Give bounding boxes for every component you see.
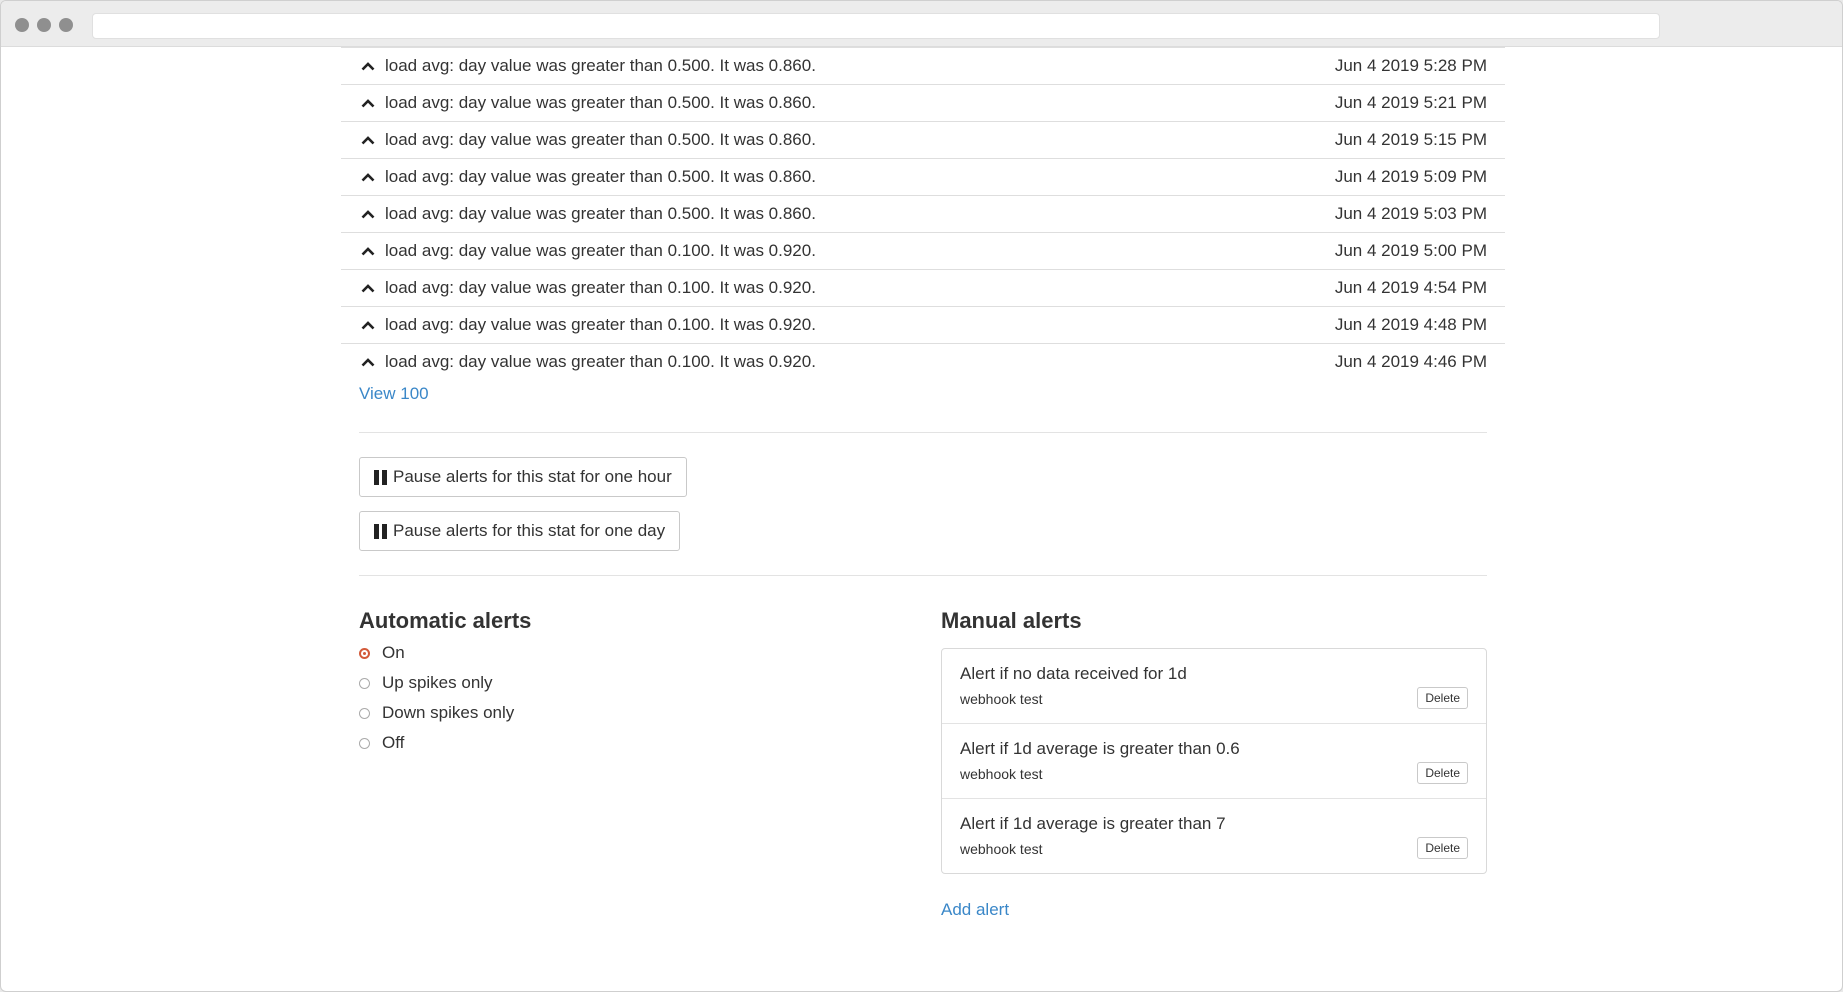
alert-history-message-group: load avg: day value was greater than 0.5…	[359, 93, 816, 113]
pause-one-hour-button[interactable]: Pause alerts for this stat for one hour	[359, 457, 687, 497]
chevron-up-icon	[359, 317, 377, 333]
chevron-up-icon	[359, 354, 377, 370]
alert-history-time: Jun 4 2019 5:03 PM	[1334, 204, 1487, 223]
alert-history-message-group: load avg: day value was greater than 0.1…	[359, 278, 816, 298]
alert-history-list: load avg: day value was greater than 0.5…	[341, 47, 1505, 380]
address-bar[interactable]	[92, 13, 1660, 39]
radio-option-down-spikes-only[interactable]: Down spikes only	[359, 698, 919, 728]
page-content: load avg: day value was greater than 0.5…	[341, 47, 1505, 920]
delete-alert-button[interactable]: Delete	[1417, 837, 1468, 859]
alert-history-message: load avg: day value was greater than 0.5…	[385, 167, 816, 186]
manual-alert-channel: webhook test	[960, 841, 1043, 857]
alert-history-message: load avg: day value was greater than 0.1…	[385, 278, 816, 297]
radio-label: Up spikes only	[382, 673, 493, 692]
pause-one-day-label: Pause alerts for this stat for one day	[393, 521, 666, 540]
radio-option-on[interactable]: On	[359, 638, 919, 668]
manual-alert-title: Alert if 1d average is greater than 7	[960, 814, 1226, 833]
alert-history-message-group: load avg: day value was greater than 0.5…	[359, 56, 816, 76]
alert-history-time: Jun 4 2019 5:15 PM	[1334, 130, 1487, 149]
manual-alert-title: Alert if no data received for 1d	[960, 664, 1187, 683]
alert-history-time: Jun 4 2019 4:46 PM	[1334, 352, 1487, 371]
add-alert-link[interactable]: Add alert	[941, 900, 1487, 920]
chevron-up-icon	[359, 95, 377, 111]
chevron-up-icon	[359, 132, 377, 148]
manual-alert-channel: webhook test	[960, 766, 1043, 782]
alert-history-row: load avg: day value was greater than 0.5…	[341, 47, 1505, 85]
alerts-settings-section: Automatic alerts On Up spikes only Down …	[341, 608, 1505, 920]
alert-history-row: load avg: day value was greater than 0.1…	[341, 233, 1505, 270]
delete-alert-button[interactable]: Delete	[1417, 762, 1468, 784]
view-100-link[interactable]: View 100	[359, 384, 1487, 408]
manual-alert-channel: webhook test	[960, 691, 1043, 707]
alert-history-row: load avg: day value was greater than 0.5…	[341, 159, 1505, 196]
radio-label: Down spikes only	[382, 703, 515, 722]
alert-history-message: load avg: day value was greater than 0.5…	[385, 56, 816, 75]
radio-option-up-spikes-only[interactable]: Up spikes only	[359, 668, 919, 698]
radio-icon[interactable]	[359, 707, 370, 719]
manual-alert-item: Alert if 1d average is greater than 0.6 …	[942, 724, 1486, 799]
alert-history-message-group: load avg: day value was greater than 0.5…	[359, 204, 816, 224]
pause-one-hour-label: Pause alerts for this stat for one hour	[393, 467, 672, 486]
automatic-alerts-heading: Automatic alerts	[359, 608, 532, 633]
close-window-dot[interactable]	[15, 18, 29, 32]
alert-history-time: Jun 4 2019 5:21 PM	[1334, 93, 1487, 112]
chevron-up-icon	[359, 58, 377, 74]
alert-history-time: Jun 4 2019 5:09 PM	[1334, 167, 1487, 186]
alert-history-row: load avg: day value was greater than 0.5…	[341, 196, 1505, 233]
alert-history-time: Jun 4 2019 4:54 PM	[1334, 278, 1487, 297]
radio-option-off[interactable]: Off	[359, 728, 919, 758]
window-controls	[15, 18, 73, 32]
pause-icon	[374, 523, 387, 539]
alert-history-row: load avg: day value was greater than 0.1…	[341, 307, 1505, 344]
alert-history-message-group: load avg: day value was greater than 0.1…	[359, 352, 816, 372]
alert-history-message-group: load avg: day value was greater than 0.1…	[359, 315, 816, 335]
pause-icon	[374, 469, 387, 485]
alert-history-message-group: load avg: day value was greater than 0.5…	[359, 130, 816, 150]
chevron-up-icon	[359, 280, 377, 296]
title-bar	[1, 1, 1842, 47]
manual-alert-title: Alert if 1d average is greater than 0.6	[960, 739, 1240, 758]
alert-history-message: load avg: day value was greater than 0.1…	[385, 241, 816, 260]
browser-window: load avg: day value was greater than 0.5…	[0, 0, 1843, 992]
delete-alert-button[interactable]: Delete	[1417, 687, 1468, 709]
alert-history-message: load avg: day value was greater than 0.5…	[385, 93, 816, 112]
radio-label: Off	[382, 733, 405, 752]
alert-history-message: load avg: day value was greater than 0.1…	[385, 315, 816, 334]
alert-history-time: Jun 4 2019 5:28 PM	[1334, 56, 1487, 75]
alert-history-message-group: load avg: day value was greater than 0.1…	[359, 241, 816, 261]
chevron-up-icon	[359, 169, 377, 185]
maximize-window-dot[interactable]	[59, 18, 73, 32]
alert-history-row: load avg: day value was greater than 0.1…	[341, 270, 1505, 307]
manual-alerts-list: Alert if no data received for 1d webhook…	[941, 648, 1487, 874]
minimize-window-dot[interactable]	[37, 18, 51, 32]
radio-selected-icon[interactable]	[359, 647, 370, 659]
alert-history-row: load avg: day value was greater than 0.1…	[341, 344, 1505, 380]
manual-alerts-panel: Manual alerts Alert if no data received …	[941, 608, 1487, 920]
chevron-up-icon	[359, 206, 377, 222]
automatic-alerts-panel: Automatic alerts On Up spikes only Down …	[359, 608, 919, 920]
alert-history-row: load avg: day value was greater than 0.5…	[341, 122, 1505, 159]
alert-history-time: Jun 4 2019 4:48 PM	[1334, 315, 1487, 334]
manual-alerts-heading: Manual alerts	[941, 608, 1082, 633]
radio-icon[interactable]	[359, 737, 370, 749]
radio-label: On	[382, 643, 405, 662]
alert-history-message: load avg: day value was greater than 0.5…	[385, 130, 816, 149]
pause-one-day-button[interactable]: Pause alerts for this stat for one day	[359, 511, 681, 551]
alert-history-message: load avg: day value was greater than 0.1…	[385, 352, 816, 371]
manual-alert-item: Alert if 1d average is greater than 7 we…	[942, 799, 1486, 873]
alert-history-row: load avg: day value was greater than 0.5…	[341, 85, 1505, 122]
alert-history-time: Jun 4 2019 5:00 PM	[1334, 241, 1487, 260]
alert-history-message: load avg: day value was greater than 0.5…	[385, 204, 816, 223]
radio-icon[interactable]	[359, 677, 370, 689]
chevron-up-icon	[359, 243, 377, 259]
manual-alert-item: Alert if no data received for 1d webhook…	[942, 649, 1486, 724]
alert-history-message-group: load avg: day value was greater than 0.5…	[359, 167, 816, 187]
